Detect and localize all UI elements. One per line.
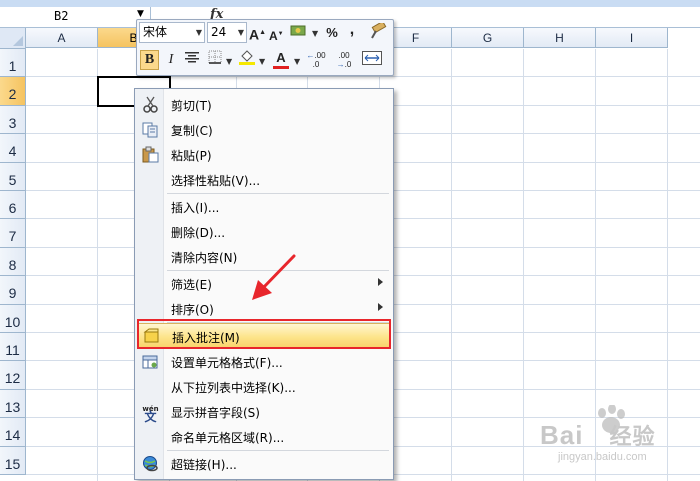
menu-item-show-phonetic[interactable]: wén 文 显示拼音字段(S) [137, 399, 391, 424]
column-header-i[interactable]: I [596, 28, 668, 48]
merge-center-button[interactable] [361, 51, 383, 71]
column-header-a[interactable]: A [26, 28, 98, 48]
borders-icon [208, 50, 222, 64]
menu-item-label: 筛选(E) [171, 278, 212, 292]
menu-item-label: 显示拼音字段(S) [171, 406, 260, 420]
bold-button[interactable]: B [140, 50, 159, 70]
italic-button[interactable]: I [163, 50, 179, 70]
chevron-down-icon: ▼ [195, 28, 202, 37]
center-align-icon [185, 52, 199, 63]
menu-item-cut[interactable]: 剪切(T) [137, 92, 391, 117]
merge-center-icon [362, 51, 382, 65]
column-header-h[interactable]: H [524, 28, 596, 48]
annotation-highlight-box [137, 319, 391, 349]
menu-item-label: 剪切(T) [171, 99, 212, 113]
menu-item-label: 删除(D)... [171, 226, 226, 240]
font-name-value: 宋体 [143, 25, 168, 39]
row-header-14[interactable]: 14 [0, 418, 26, 447]
menu-item-delete[interactable]: 删除(D)... [137, 219, 391, 244]
menu-item-label: 复制(C) [171, 124, 213, 138]
row-header-1[interactable]: 1 [0, 49, 26, 77]
menu-item-copy[interactable]: 复制(C) [137, 117, 391, 142]
shrink-font-button[interactable]: A▼ [269, 24, 284, 44]
column-header-g[interactable]: G [452, 28, 524, 48]
scissors-icon [142, 96, 159, 113]
chevron-down-icon[interactable]: ▼ [226, 57, 232, 66]
row-header-9[interactable]: 9 [0, 276, 26, 305]
copy-icon [142, 121, 159, 138]
menu-item-format-cells[interactable]: 设置单元格格式(F)... [137, 349, 391, 374]
grow-font-button[interactable]: A▲ [249, 23, 266, 43]
name-box[interactable]: B2 ▼ [0, 7, 151, 26]
submenu-arrow-icon [378, 278, 383, 286]
fill-color-button[interactable] [237, 50, 257, 70]
format-painter-icon [371, 20, 387, 39]
menu-item-label: 插入(I)... [171, 201, 220, 215]
font-color-swatch [273, 66, 289, 69]
chevron-down-icon: ▼ [237, 28, 244, 37]
row-header-12[interactable]: 12 [0, 361, 26, 390]
menu-item-paste-special[interactable]: 选择性粘贴(V)... [137, 167, 391, 192]
center-align-button[interactable] [183, 50, 201, 70]
menu-item-filter[interactable]: 筛选(E) [137, 271, 391, 296]
submenu-arrow-icon [378, 303, 383, 311]
menu-item-label: 粘贴(P) [171, 149, 212, 163]
font-size-value: 24 [211, 25, 227, 39]
chevron-down-icon[interactable]: ▼ [312, 29, 318, 38]
row-header-5[interactable]: 5 [0, 163, 26, 191]
menu-item-label: 清除内容(N) [171, 251, 238, 265]
menu-item-label: 命名单元格区域(R)... [171, 431, 285, 445]
menu-item-sort[interactable]: 排序(O) [137, 296, 391, 321]
name-box-dropdown-icon[interactable]: ▼ [137, 9, 144, 19]
menu-item-label: 选择性粘贴(V)... [171, 174, 261, 188]
paste-icon [142, 146, 159, 163]
name-box-value: B2 [54, 9, 69, 23]
comma-style-button[interactable]: , [347, 20, 357, 40]
watermark-brand-cn: 经验 [609, 424, 656, 449]
font-size-select[interactable]: 24 ▼ [207, 22, 247, 43]
increase-decimal-button[interactable]: ←.00.0 [305, 51, 327, 71]
row-header-10[interactable]: 10 [0, 305, 26, 333]
percent-style-button[interactable]: % [325, 23, 339, 43]
row-header-13[interactable]: 13 [0, 390, 26, 418]
row-header-3[interactable]: 3 [0, 106, 26, 134]
row-header-2[interactable]: 2 [0, 77, 26, 106]
menu-item-label: 排序(O) [171, 303, 214, 317]
menu-item-clear-contents[interactable]: 清除内容(N) [137, 244, 391, 269]
format-painter-button[interactable] [369, 20, 389, 43]
row-header-15[interactable]: 15 [0, 447, 26, 475]
chevron-down-icon[interactable]: ▼ [294, 57, 300, 66]
context-menu: 剪切(T) 复制(C) 粘贴(P) 选择性粘贴(V)... 插入(I)... 删… [134, 88, 394, 480]
font-color-label: A [276, 50, 286, 65]
chevron-down-icon[interactable]: ▼ [259, 57, 265, 66]
decrease-decimal-button[interactable]: .00 →.0 [333, 51, 355, 71]
pinyin-icon: wén 文 [142, 405, 159, 424]
accounting-format-icon [290, 25, 306, 36]
hyperlink-icon [142, 455, 159, 472]
fill-color-icon [239, 50, 255, 65]
accounting-format-button[interactable] [289, 23, 309, 43]
menu-item-insert[interactable]: 插入(I)... [137, 194, 391, 219]
font-name-select[interactable]: 宋体 ▼ [139, 22, 205, 43]
menu-item-label: 超链接(H)... [171, 458, 237, 472]
menu-item-paste[interactable]: 粘贴(P) [137, 142, 391, 167]
baidu-jingyan-watermark: Bai 经验 jingyan.baidu.com [540, 405, 700, 481]
menu-item-define-name[interactable]: 命名单元格区域(R)... [137, 424, 391, 449]
row-header-11[interactable]: 11 [0, 333, 26, 361]
row-header-7[interactable]: 7 [0, 219, 26, 248]
menu-item-label: 设置单元格格式(F)... [171, 356, 283, 370]
select-all-corner[interactable] [0, 28, 26, 49]
font-color-button[interactable]: A [272, 50, 290, 70]
watermark-brand: Bai [540, 420, 584, 450]
format-cells-icon [142, 353, 159, 370]
row-header-6[interactable]: 6 [0, 191, 26, 219]
menu-item-hyperlink[interactable]: 超链接(H)... [137, 451, 391, 476]
watermark-url: jingyan.baidu.com [558, 451, 647, 463]
mini-toolbar: 宋体 ▼ 24 ▼ A▲ A▼ ▼ % , B I ▼ ▼ A ▼ ←.00.0… [136, 19, 394, 76]
borders-button[interactable] [207, 50, 223, 70]
row-header-4[interactable]: 4 [0, 134, 26, 163]
row-header-8[interactable]: 8 [0, 248, 26, 276]
menu-item-pick-from-list[interactable]: 从下拉列表中选择(K)... [137, 374, 391, 399]
menu-item-label: 从下拉列表中选择(K)... [171, 381, 296, 395]
